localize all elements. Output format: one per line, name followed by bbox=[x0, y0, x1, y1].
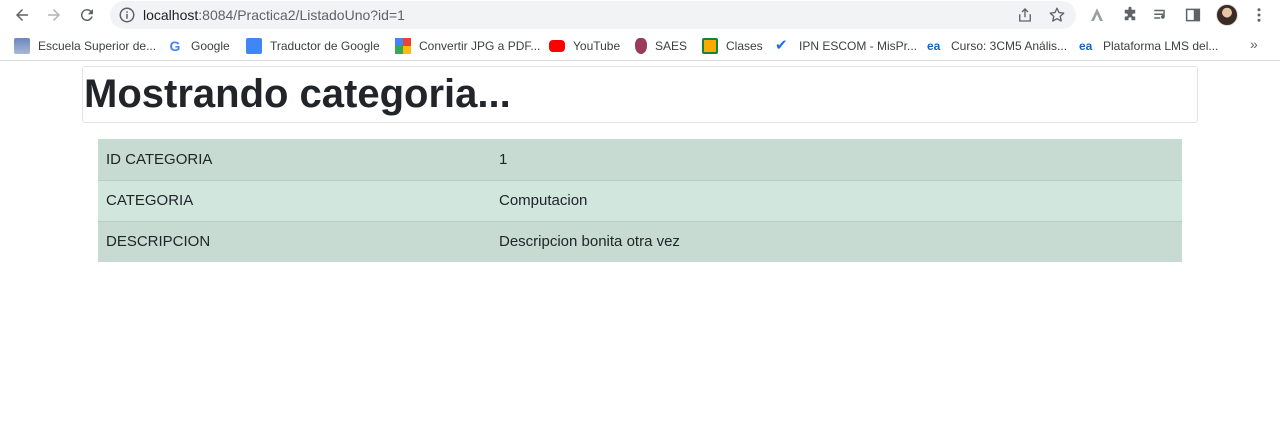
puzzle-icon[interactable] bbox=[1121, 6, 1139, 24]
bookmark-youtube[interactable]: YouTube bbox=[549, 37, 620, 55]
more-vert-icon[interactable] bbox=[1250, 6, 1268, 24]
url-host: localhost bbox=[143, 7, 199, 23]
bookmark-label: YouTube bbox=[573, 39, 621, 53]
back-button[interactable] bbox=[10, 3, 34, 27]
bookmark-convertir[interactable]: Convertir JPG a PDF... bbox=[395, 37, 540, 55]
arrow-left-icon bbox=[16, 9, 28, 21]
checkmark-icon: ✔ bbox=[775, 37, 788, 54]
classroom-icon bbox=[702, 38, 718, 54]
bookmark-label: IPN ESCOM - MisPr... bbox=[799, 39, 918, 53]
row-value: Descripcion bonita otra vez bbox=[491, 220, 1182, 262]
ea-icon: ea bbox=[1079, 39, 1093, 53]
bookmark-label: SAES bbox=[655, 39, 688, 53]
bookmark-traductor[interactable]: Traductor de Google bbox=[246, 37, 380, 55]
heading-container: Mostrando categoria... bbox=[82, 66, 1198, 123]
bookmark-curso-3cm5[interactable]: ea Curso: 3CM5 Anális... bbox=[927, 37, 1067, 55]
url-path: :8084/Practica2/ListadoUno?id=1 bbox=[198, 7, 405, 23]
address-bar[interactable]: localhost:8084/Practica2/ListadoUno?id=1 bbox=[110, 1, 1076, 29]
escom-icon bbox=[14, 38, 30, 54]
star-icon[interactable] bbox=[1048, 6, 1066, 24]
category-detail-table: ID CATEGORIA 1 CATEGORIA Computacion DES… bbox=[98, 139, 1182, 262]
row-value: 1 bbox=[491, 139, 1182, 180]
bookmark-saes[interactable]: SAES bbox=[635, 37, 687, 55]
side-panel-icon[interactable] bbox=[1184, 6, 1202, 24]
bookmark-label: Google bbox=[191, 39, 230, 53]
ea-icon: ea bbox=[927, 39, 941, 53]
bookmark-label: Curso: 3CM5 Anális... bbox=[951, 39, 1068, 53]
translate-icon bbox=[246, 38, 262, 54]
table-row: DESCRIPCION Descripcion bonita otra vez bbox=[98, 220, 1182, 262]
bookmark-label: Convertir JPG a PDF... bbox=[419, 39, 541, 53]
bookmark-google[interactable]: G Google bbox=[167, 37, 230, 55]
table-row: CATEGORIA Computacion bbox=[98, 179, 1182, 221]
forward-button[interactable] bbox=[42, 3, 66, 27]
info-icon bbox=[119, 7, 135, 23]
bookmark-label: Clases bbox=[726, 39, 763, 53]
row-key: DESCRIPCION bbox=[98, 220, 491, 262]
bookmark-escuela-superior[interactable]: Escuela Superior de... bbox=[14, 37, 156, 55]
bookmark-label: Escuela Superior de... bbox=[38, 39, 157, 53]
saes-icon bbox=[635, 38, 647, 54]
row-key: ID CATEGORIA bbox=[98, 139, 491, 180]
browser-toolbar: localhost:8084/Practica2/ListadoUno?id=1 bbox=[0, 0, 1280, 30]
extension-logo-icon[interactable] bbox=[1088, 6, 1106, 24]
profile-avatar[interactable] bbox=[1216, 4, 1238, 26]
table-row: ID CATEGORIA 1 bbox=[98, 139, 1182, 180]
bookmark-plataforma-lms[interactable]: ea Plataforma LMS del... bbox=[1079, 37, 1218, 55]
bookmark-label: Plataforma LMS del... bbox=[1103, 39, 1219, 53]
page-title: Mostrando categoria... bbox=[84, 72, 511, 116]
arrow-right-icon bbox=[48, 9, 60, 21]
row-key: CATEGORIA bbox=[98, 179, 491, 221]
bookmark-ipn-escom[interactable]: ✔ IPN ESCOM - MisPr... bbox=[775, 37, 917, 55]
share-icon[interactable] bbox=[1016, 6, 1034, 24]
more-bookmarks-button[interactable]: » bbox=[1250, 36, 1258, 52]
bookmark-clases[interactable]: Clases bbox=[702, 37, 763, 55]
bookmark-label: Traductor de Google bbox=[270, 39, 380, 53]
bookmarks-bar: Escuela Superior de... G Google Traducto… bbox=[0, 31, 1280, 61]
media-queue-icon[interactable] bbox=[1152, 6, 1170, 24]
page-content: Mostrando categoria... ID CATEGORIA 1 CA… bbox=[0, 62, 1280, 428]
row-value: Computacion bbox=[491, 179, 1182, 221]
converter-icon bbox=[395, 38, 411, 54]
google-icon: G bbox=[169, 38, 181, 54]
reload-icon bbox=[80, 9, 93, 22]
url-text[interactable]: localhost:8084/Practica2/ListadoUno?id=1 bbox=[143, 7, 405, 23]
youtube-icon bbox=[549, 40, 565, 52]
reload-button[interactable] bbox=[75, 3, 99, 27]
